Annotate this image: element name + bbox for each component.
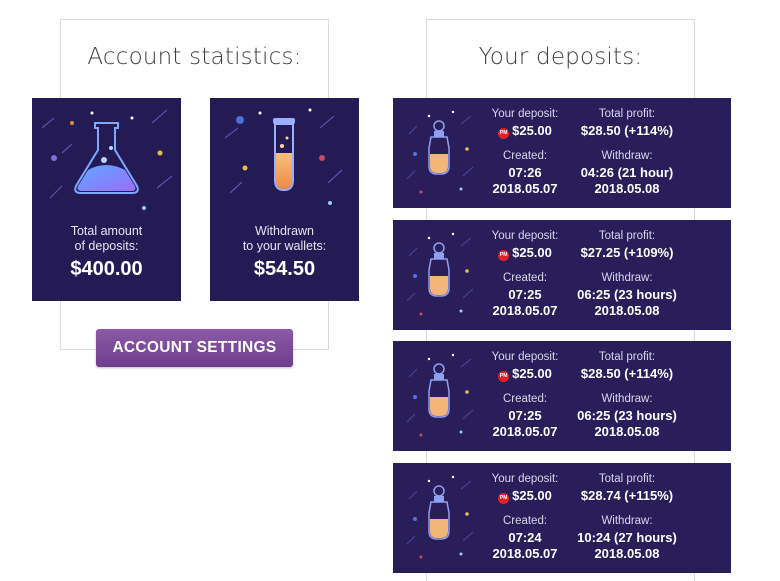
deposit-amount: PM $25.00 [498, 488, 552, 504]
withdraw-time: 06:25 (23 hours) [577, 287, 677, 302]
perfect-money-icon: PM [498, 128, 510, 139]
created-time: 07:25 [508, 287, 542, 302]
account-statistics-title: Account statistics: [87, 44, 302, 70]
created-time: 07:26 [508, 165, 542, 180]
test-tube-icon [224, 108, 343, 205]
perfect-money-icon: PM [498, 371, 510, 382]
created-label: Created: [502, 150, 548, 162]
withdraw-time: 10:24 (27 hours) [577, 530, 677, 545]
withdraw-time: 06:25 (23 hours) [577, 408, 677, 423]
your-deposit-label: Your deposit: [491, 473, 559, 485]
your-deposits-title: Your deposits: [478, 44, 643, 70]
your-deposit-label: Your deposit: [491, 108, 559, 120]
potion-bottle-icon [406, 475, 474, 559]
perfect-money-icon: PM [498, 250, 510, 261]
total-profit-label: Total profit: [598, 108, 656, 120]
withdraw-date: 2018.05.08 [594, 303, 660, 318]
total-profit-value: $28.50 (+114%) [580, 123, 674, 138]
deposit-card: Your deposit: PM $25.00 Created: 07:26 20… [393, 98, 731, 208]
created-date: 2018.05.07 [492, 303, 558, 318]
created-time: 07:25 [508, 408, 542, 423]
deposit-amount: PM $25.00 [498, 245, 552, 261]
perfect-money-icon: PM [498, 493, 510, 504]
withdraw-label: Withdraw: [601, 150, 653, 162]
potion-bottle-icon [406, 232, 474, 316]
created-label: Created: [502, 515, 548, 527]
withdraw-label: Withdraw: [601, 515, 653, 527]
created-date: 2018.05.07 [492, 181, 558, 196]
total-profit-label: Total profit: [598, 351, 656, 363]
deposit-amount: PM $25.00 [498, 123, 552, 139]
withdraw-label: Withdraw: [601, 393, 653, 405]
withdraw-date: 2018.05.08 [594, 546, 660, 561]
total-profit-value: $27.25 (+109%) [580, 245, 674, 260]
withdraw-date: 2018.05.08 [594, 181, 660, 196]
created-date: 2018.05.07 [492, 546, 558, 561]
potion-bottle-icon [406, 110, 474, 194]
total-profit-label: Total profit: [598, 473, 656, 485]
total-profit-value: $28.50 (+114%) [580, 366, 674, 381]
created-date: 2018.05.07 [492, 424, 558, 439]
total-deposits-card: Total amount of deposits: $400.00 [32, 98, 181, 301]
deposit-card: Your deposit: PM $25.00 Created: 07:24 20… [393, 463, 731, 573]
total-deposits-amount: $400.00 [70, 258, 143, 280]
total-profit-value: $28.74 (+115%) [580, 488, 674, 503]
withdrawn-card: Withdrawn to your wallets: $54.50 [210, 98, 359, 301]
account-settings-button[interactable]: ACCOUNT SETTINGS [96, 329, 293, 367]
created-time: 07:24 [508, 530, 542, 545]
your-deposit-label: Your deposit: [491, 230, 559, 242]
deposit-card: Your deposit: PM $25.00 Created: 07:25 20… [393, 341, 731, 451]
your-deposit-label: Your deposit: [491, 351, 559, 363]
total-profit-label: Total profit: [598, 230, 656, 242]
withdrawn-label: Withdrawn to your wallets: [242, 224, 327, 253]
withdraw-date: 2018.05.08 [594, 424, 660, 439]
potion-bottle-icon [406, 353, 474, 437]
deposit-amount: PM $25.00 [498, 366, 552, 382]
created-label: Created: [502, 272, 548, 284]
total-deposits-label: Total amount of deposits: [70, 224, 143, 253]
flask-icon [41, 109, 173, 210]
created-label: Created: [502, 393, 548, 405]
withdraw-time: 04:26 (21 hour) [580, 165, 674, 180]
withdraw-label: Withdraw: [601, 272, 653, 284]
deposit-card: Your deposit: PM $25.00 Created: 07:25 20… [393, 220, 731, 330]
withdrawn-amount: $54.50 [253, 258, 316, 280]
